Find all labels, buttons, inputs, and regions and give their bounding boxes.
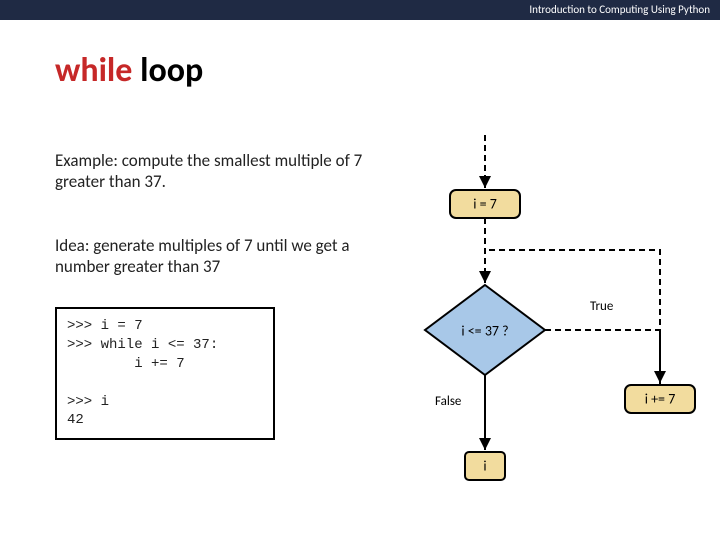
- flowchart: i = 7 i <= 37 ? True i += 7 False i: [380, 130, 710, 530]
- header-text: Introduction to Computing Using Python: [529, 3, 710, 16]
- slide-title: while loop: [55, 50, 720, 91]
- code-box: >>> i = 7 >>> while i <= 37: i += 7 >>> …: [55, 307, 275, 440]
- left-column: Example: compute the smallest multiple o…: [55, 150, 365, 440]
- example-text: Example: compute the smallest multiple o…: [55, 150, 365, 193]
- header-bar: Introduction to Computing Using Python: [0, 0, 720, 20]
- flow-arrow-true: [545, 330, 660, 383]
- flow-cond-label: i <= 37 ?: [461, 322, 508, 339]
- flow-true-label: True: [590, 299, 613, 314]
- flow-init-label: i = 7: [473, 195, 497, 212]
- title-word-loop: loop: [140, 50, 203, 91]
- flow-output-label: i: [483, 457, 486, 474]
- flow-false-label: False: [435, 394, 461, 409]
- flow-update-label: i += 7: [645, 390, 676, 407]
- title-word-while: while: [55, 50, 132, 91]
- idea-text: Idea: generate multiples of 7 until we g…: [55, 235, 365, 278]
